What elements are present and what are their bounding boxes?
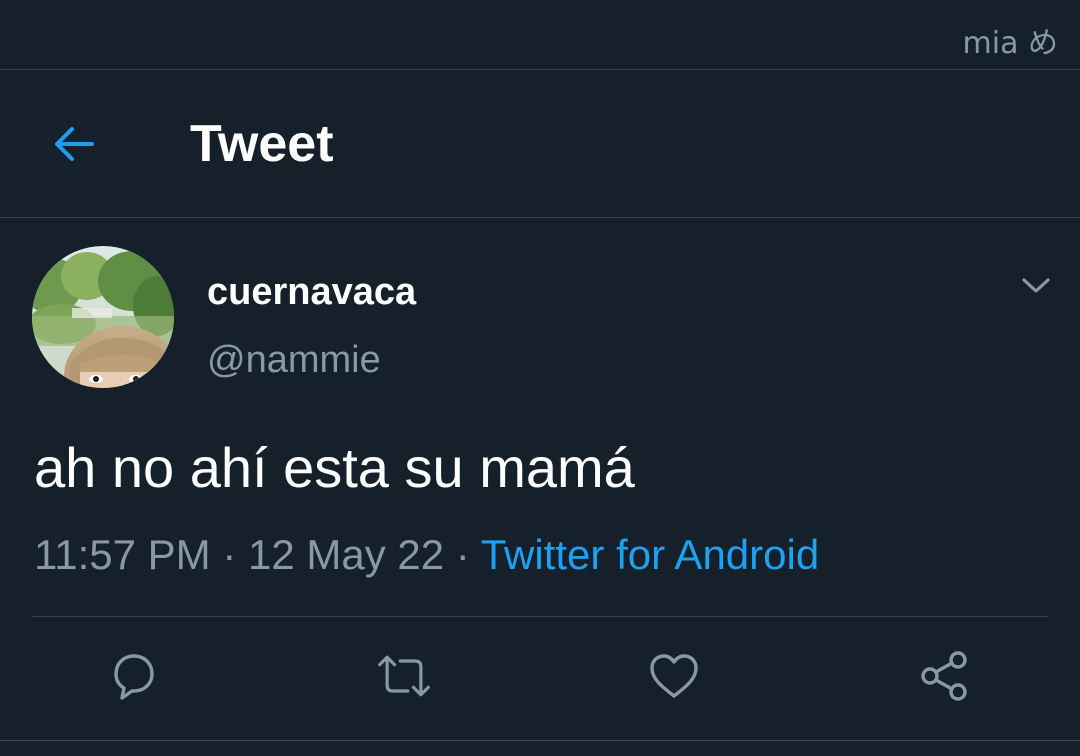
share-icon [921,651,967,701]
page-title: Tweet [190,115,334,173]
tweet-meta: 11:57 PM · 12 May 22 · Twitter for Andro… [34,530,819,580]
meta-separator: · [455,531,470,578]
tweet-text: ah no ahí esta su mamá [34,436,635,499]
actions-divider-top [32,616,1048,617]
back-button[interactable] [44,114,104,174]
retweet-icon [378,655,430,697]
heart-icon [650,654,698,698]
tweet-actions-bar [0,620,1080,738]
share-button[interactable] [914,646,974,706]
speech-bubble-icon [114,654,154,700]
arrow-left-icon [55,127,94,161]
status-bar: mia め [0,0,1080,68]
like-button[interactable] [644,646,704,706]
chevron-down-icon [1022,278,1050,293]
avatar-image [32,246,174,388]
app-header: Tweet [0,70,1080,216]
retweet-button[interactable] [374,646,434,706]
meta-separator: · [222,531,237,578]
author-display-name[interactable]: cuernavaca [207,270,416,314]
status-bar-text: mia め [962,26,1058,61]
header-divider [0,217,1080,218]
avatar[interactable] [32,246,174,388]
author-handle[interactable]: @nammie [207,338,381,382]
actions-divider-bottom [0,740,1080,741]
tweet-source-link[interactable]: Twitter for Android [481,531,819,578]
tweet-menu-button[interactable] [1014,268,1058,304]
reply-button[interactable] [104,646,164,706]
tweet-time: 11:57 PM [34,531,211,578]
tweet-date: 12 May 22 [248,531,445,578]
